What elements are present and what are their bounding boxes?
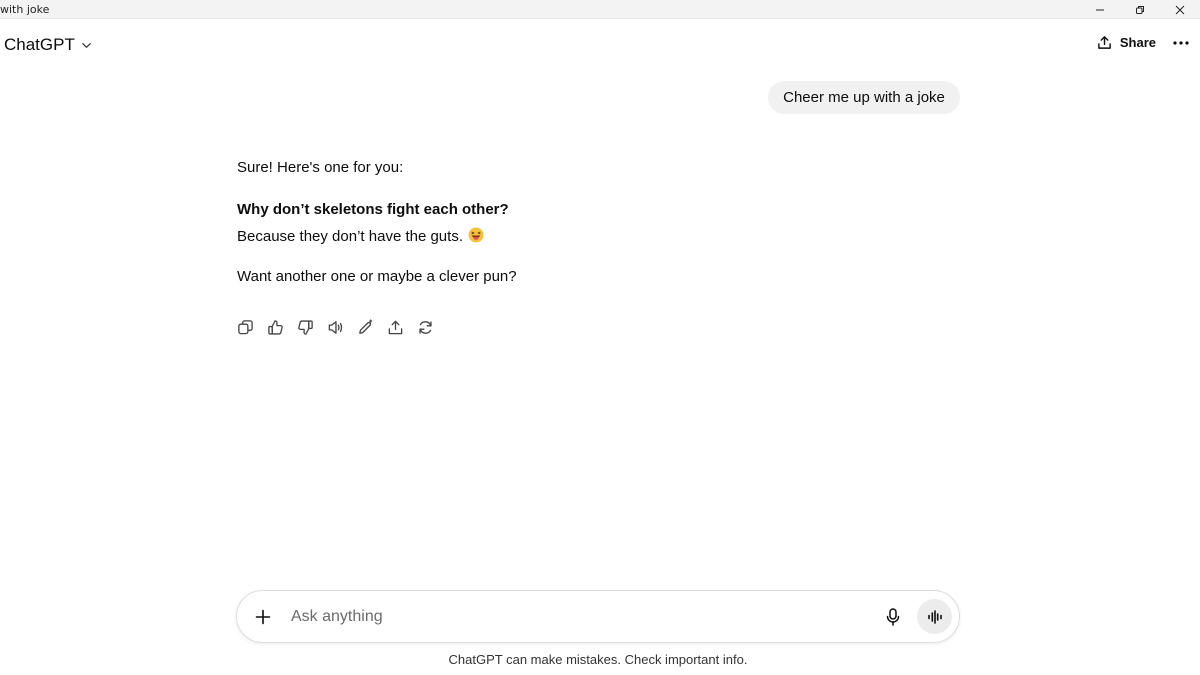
close-icon <box>1175 5 1185 14</box>
user-message-text: Cheer me up with a joke <box>783 89 945 106</box>
more-dots-icon <box>1173 41 1189 45</box>
joke-answer-line: Because they don’t have the guts. <box>237 227 484 245</box>
share-button[interactable]: Share <box>1097 35 1156 50</box>
voice-mode-button[interactable] <box>917 599 952 634</box>
assistant-intro: Sure! Here's one for you: <box>237 159 404 176</box>
message-input[interactable] <box>291 603 871 631</box>
share-message-button[interactable] <box>386 318 405 337</box>
app-header: ChatGPT Share <box>0 19 1200 69</box>
dictate-button[interactable] <box>882 606 904 628</box>
share-icon <box>1098 36 1111 49</box>
restore-icon <box>1136 5 1144 14</box>
close-button[interactable] <box>1160 0 1200 19</box>
chevron-down-icon <box>82 42 91 48</box>
message-actions <box>236 318 435 337</box>
copy-button[interactable] <box>236 318 255 337</box>
model-label: ChatGPT <box>4 35 75 54</box>
model-selector[interactable]: ChatGPT <box>4 35 92 55</box>
pencil-sparkle-icon <box>359 319 373 334</box>
thumbs-up-button[interactable] <box>266 318 285 337</box>
window-controls <box>1080 0 1200 19</box>
read-aloud-button[interactable] <box>326 318 345 337</box>
regenerate-button[interactable] <box>416 318 435 337</box>
refresh-icon <box>419 321 432 334</box>
attach-button[interactable] <box>252 606 274 628</box>
copy-icon <box>238 320 253 335</box>
message-composer <box>236 590 960 643</box>
microphone-icon <box>886 608 900 626</box>
user-message-bubble: Cheer me up with a joke <box>768 81 960 114</box>
more-options-button[interactable] <box>1170 33 1192 53</box>
joke-question: Why don’t skeletons fight each other? <box>237 201 509 218</box>
upload-icon <box>388 320 403 335</box>
thumbs-down-button[interactable] <box>296 318 315 337</box>
speaker-icon <box>328 321 343 334</box>
minimize-icon <box>1096 9 1104 10</box>
disclaimer-text: ChatGPT can make mistakes. Check importa… <box>448 652 748 667</box>
thumbs-down-icon <box>298 320 313 335</box>
grinning-tongue-emoji-icon <box>468 227 484 243</box>
minimize-button[interactable] <box>1080 0 1120 19</box>
window-title-bar: with joke <box>0 0 1200 19</box>
assistant-followup: Want another one or maybe a clever pun? <box>237 268 517 285</box>
thumbs-up-icon <box>268 320 283 335</box>
joke-answer: Because they don’t have the guts. <box>237 228 463 245</box>
voice-wave-icon <box>927 609 942 624</box>
share-label: Share <box>1119 35 1156 50</box>
edit-button[interactable] <box>356 318 375 337</box>
restore-button[interactable] <box>1120 0 1160 19</box>
plus-icon <box>255 609 271 625</box>
window-title: with joke <box>0 3 50 16</box>
